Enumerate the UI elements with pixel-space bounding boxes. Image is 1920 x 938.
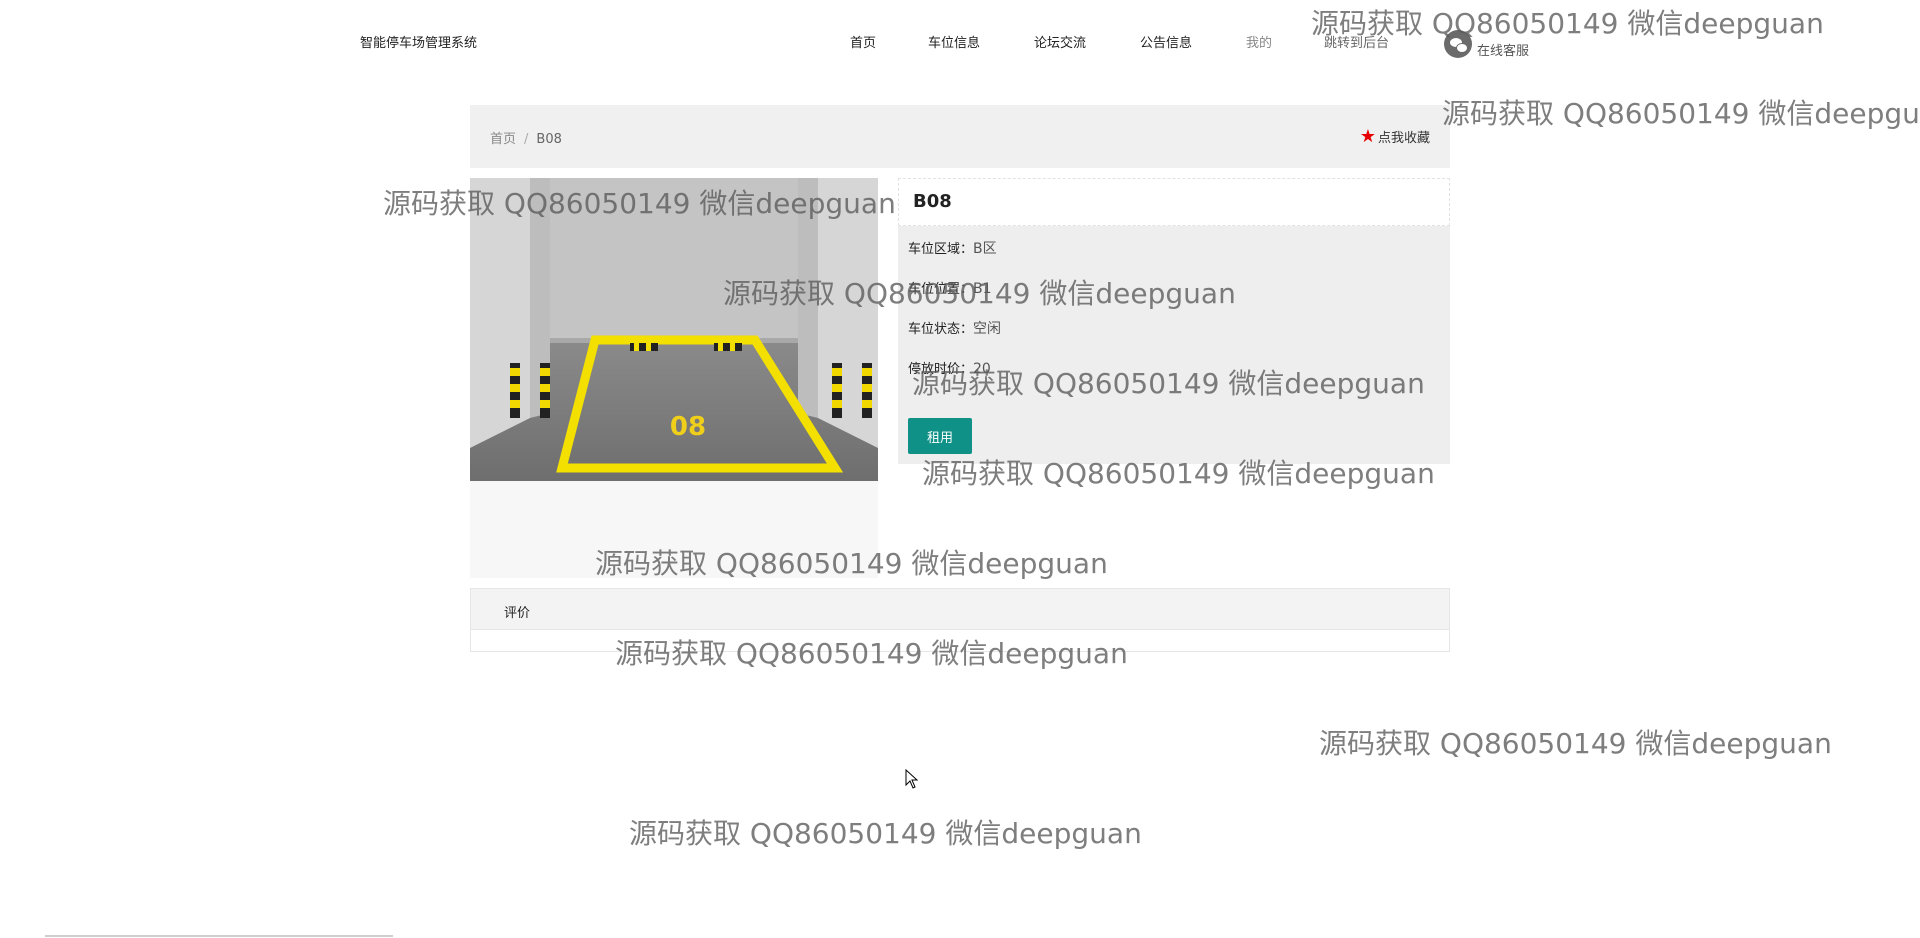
site-title[interactable]: 智能停车场管理系统 [360, 32, 477, 51]
top-navbar: 智能停车场管理系统 首页 车位信息 论坛交流 公告信息 我的 跳转到后台 在线客… [0, 0, 1920, 80]
field-status-value: 空闲 [973, 321, 1002, 337]
breadcrumb-current: B08 [536, 132, 562, 147]
watermark-text: 源码获取 QQ86050149 微信deepguan [629, 817, 1142, 850]
breadcrumb: 首页 / B08 [490, 128, 562, 147]
favorite-label: 点我收藏 [1377, 131, 1430, 146]
review-tab[interactable]: 评价 [471, 589, 1449, 630]
space-title: B08 [913, 191, 952, 212]
breadcrumb-bar: 首页 / B08 ★ 点我收藏 [470, 105, 1450, 168]
space-number-marking: 08 [670, 412, 706, 442]
online-service-label: 在线客服 [1477, 44, 1530, 59]
nav-announcements[interactable]: 公告信息 [1140, 32, 1246, 51]
field-location-value: B1 [973, 281, 992, 297]
nav-admin[interactable]: 跳转到后台 [1324, 32, 1424, 51]
field-area: 车位区域：B区 [908, 238, 997, 258]
mouse-cursor-icon [905, 769, 919, 789]
nav-home[interactable]: 首页 [850, 32, 928, 51]
watermark-text: 源码获取 QQ86050149 微信deepguan [1319, 727, 1832, 760]
field-location-label: 车位位置： [908, 282, 974, 297]
wechat-icon [1444, 29, 1472, 58]
nav-forum[interactable]: 论坛交流 [1034, 32, 1140, 51]
breadcrumb-home[interactable]: 首页 [490, 132, 516, 147]
nav-parking-info[interactable]: 车位信息 [928, 32, 1034, 51]
nav-mine[interactable]: 我的 [1246, 32, 1324, 51]
favorite-button[interactable]: ★ 点我收藏 [1360, 127, 1430, 146]
main-nav: 首页 车位信息 论坛交流 公告信息 我的 跳转到后台 [850, 32, 1424, 51]
watermark-text: 源码获取 QQ86050149 微信deepguan [1442, 97, 1920, 130]
review-section: 评价 [470, 588, 1450, 652]
field-location: 车位位置：B1 [908, 278, 992, 297]
online-service-button[interactable]: 在线客服 [1444, 28, 1529, 59]
breadcrumb-separator: / [524, 132, 529, 147]
horizontal-scrollbar[interactable] [45, 935, 393, 937]
field-status: 车位状态：空闲 [908, 318, 1001, 338]
field-price-label: 停放时价： [908, 362, 974, 377]
field-area-label: 车位区域： [908, 242, 974, 257]
field-status-label: 车位状态： [908, 322, 974, 337]
rent-button[interactable]: 租用 [908, 418, 972, 454]
space-title-box: B08 [898, 178, 1450, 226]
space-detail-panel: B08 车位区域：B区 车位位置：B1 车位状态：空闲 停放时价：20 租用 [898, 178, 1450, 464]
parking-space-photo: 08 [470, 178, 878, 481]
field-area-value: B区 [973, 241, 997, 257]
field-price: 停放时价：20 [908, 358, 991, 377]
field-price-value: 20 [973, 361, 991, 377]
star-icon: ★ [1359, 125, 1376, 147]
review-title: 评价 [504, 606, 531, 621]
